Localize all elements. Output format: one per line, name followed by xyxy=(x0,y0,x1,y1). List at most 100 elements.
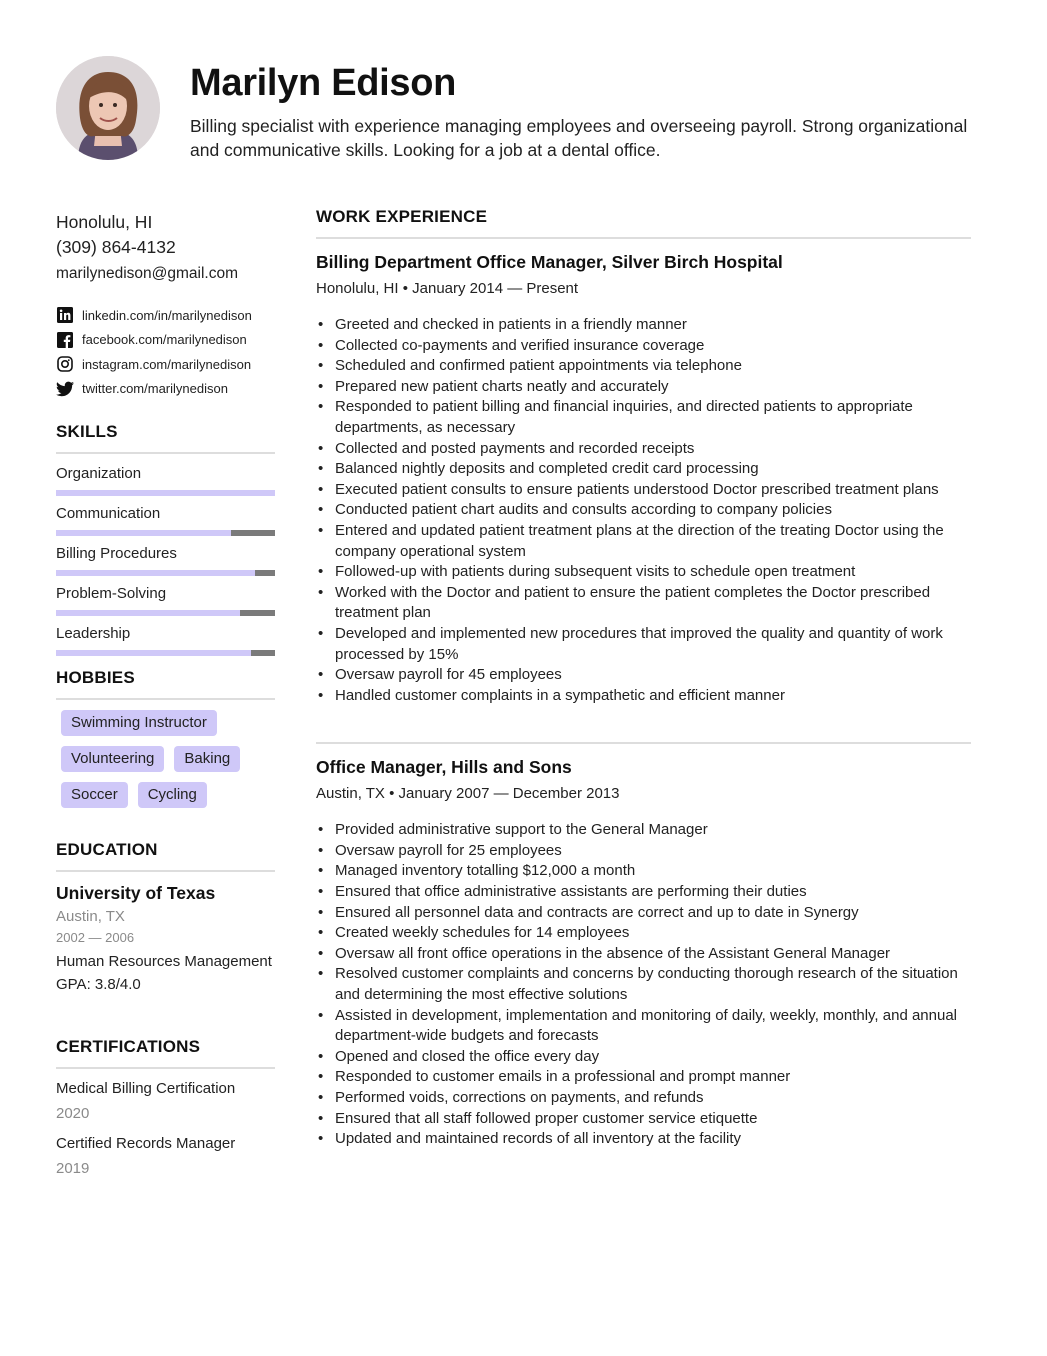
job-divider xyxy=(316,742,971,745)
skill-item: Leadership xyxy=(56,624,275,656)
skill-item: Communication xyxy=(56,504,275,536)
twitter-icon xyxy=(56,380,74,398)
linkedin-link: linkedin.com/in/marilynedison xyxy=(82,307,252,323)
skill-level-bar xyxy=(56,610,275,616)
job-title: Office Manager, Hills and Sons xyxy=(316,757,572,778)
education-section: EDUCATION University of Texas Austin, TX… xyxy=(56,840,275,995)
social-link-instagram[interactable]: instagram.com/marilynedison xyxy=(56,352,275,377)
education-degree: Human Resources Management xyxy=(56,953,272,970)
hobby-tag: Baking xyxy=(174,746,241,772)
avatar xyxy=(56,56,160,160)
skill-name: Billing Procedures xyxy=(56,545,177,562)
job-bullet: Balanced nightly deposits and completed … xyxy=(316,459,971,480)
hobby-tag: Soccer xyxy=(61,782,128,808)
job-bullet: Created weekly schedules for 14 employee… xyxy=(316,923,971,944)
social-link-linkedin[interactable]: linkedin.com/in/marilynedison xyxy=(56,303,275,328)
skills-section: SKILLS Organization Communication Billing … xyxy=(56,422,275,656)
job-bullet: Collected co-payments and verified insur… xyxy=(316,336,971,357)
section-divider xyxy=(56,870,275,872)
resume-header: Marilyn Edison Billing specialist with e… xyxy=(56,56,996,166)
facebook-link: facebook.com/marilynedison xyxy=(82,332,247,348)
job-bullet-list: Greeted and checked in patients in a fri… xyxy=(316,315,971,706)
profile-summary: Billing specialist with experience manag… xyxy=(190,116,968,160)
job-bullet: Followed-up with patients during subsequ… xyxy=(316,562,971,583)
skill-name: Leadership xyxy=(56,625,131,642)
job-bullet: Opened and closed the office every day xyxy=(316,1047,971,1068)
job-bullet: Ensured all personnel data and contracts… xyxy=(316,903,971,924)
job-bullet: Collected and posted payments and record… xyxy=(316,439,971,460)
job-bullet: Entered and updated patient treatment pl… xyxy=(316,521,971,562)
section-divider xyxy=(56,1067,275,1069)
skill-level-fill xyxy=(56,650,251,656)
education-heading: EDUCATION xyxy=(56,840,158,859)
certification-name: Certified Records Manager xyxy=(56,1135,236,1152)
section-divider xyxy=(316,237,971,239)
job-bullet: Responded to patient billing and financi… xyxy=(316,397,971,438)
skill-level-bar xyxy=(56,570,275,576)
job-location-dates: Austin, TX • January 2007 — December 201… xyxy=(316,785,620,803)
hobby-tag: Cycling xyxy=(137,782,207,808)
skill-level-fill xyxy=(56,490,275,496)
job-entry: Office Manager, Hills and Sons Austin, TX… xyxy=(316,756,971,1150)
contact-section: Honolulu, HI (309) 864-4132 marilynediso… xyxy=(56,210,275,401)
contact-email[interactable]: marilynedison@gmail.com xyxy=(56,261,275,287)
hobbies-section: HOBBIES Swimming Instructor Volunteering B… xyxy=(56,668,275,818)
job-bullet: Oversaw payroll for 45 employees xyxy=(316,665,971,686)
job-bullet: Greeted and checked in patients in a fri… xyxy=(316,315,971,336)
skill-level-fill xyxy=(56,570,256,576)
job-bullet: Assisted in development, implementation … xyxy=(316,1006,971,1047)
education-school: University of Texas xyxy=(56,883,216,903)
instagram-icon xyxy=(56,355,74,373)
education-years: 2002 — 2006 xyxy=(56,930,135,945)
job-title: Billing Department Office Manager, Silve… xyxy=(316,252,783,272)
job-bullet: Developed and implemented new procedures… xyxy=(316,624,971,665)
skills-heading: SKILLS xyxy=(56,422,118,441)
job-bullet: Resolved customer complaints and concern… xyxy=(316,964,971,1005)
education-location: Austin, TX xyxy=(56,908,125,925)
linkedin-icon xyxy=(56,306,74,324)
skill-name: Organization xyxy=(56,465,142,482)
job-bullet: Updated and maintained records of all in… xyxy=(316,1129,971,1150)
skill-item: Problem-Solving xyxy=(56,584,275,616)
skill-name: Communication xyxy=(56,505,161,522)
social-link-twitter[interactable]: twitter.com/marilynedison xyxy=(56,377,275,402)
work-experience-heading: WORK EXPERIENCE xyxy=(316,207,488,226)
job-bullet: Ensured that all staff followed proper c… xyxy=(316,1109,971,1130)
candidate-name: Marilyn Edison xyxy=(190,62,457,104)
section-divider xyxy=(56,698,275,700)
work-experience-section: WORK EXPERIENCE Billing Department Offic… xyxy=(316,207,971,1150)
job-location-dates: Honolulu, HI • January 2014 — Present xyxy=(316,280,579,297)
job-bullet: Conducted patient chart audits and consu… xyxy=(316,500,971,521)
hobby-tags: Swimming Instructor Volunteering Baking Soc… xyxy=(56,710,275,818)
social-link-facebook[interactable]: facebook.com/marilynedison xyxy=(56,328,275,353)
hobby-tag: Swimming Instructor xyxy=(61,710,217,736)
profile-photo xyxy=(56,56,160,160)
contact-phone: (309) 864-4132 xyxy=(56,237,176,257)
hobby-tag: Volunteering xyxy=(61,746,165,772)
job-bullet-list: Provided administrative support to the G… xyxy=(316,820,971,1150)
certification-year: 2019 xyxy=(56,1160,90,1177)
social-links: linkedin.com/in/marilynedison facebook.c… xyxy=(56,303,275,401)
twitter-link: twitter.com/marilynedison xyxy=(82,381,228,397)
job-bullet: Responded to customer emails in a profes… xyxy=(316,1067,971,1088)
job-bullet: Performed voids, corrections on payments… xyxy=(316,1088,971,1109)
skill-name: Problem-Solving xyxy=(56,585,167,602)
contact-location: Honolulu, HI xyxy=(56,212,153,232)
skill-level-fill xyxy=(56,530,232,536)
job-bullet: Provided administrative support to the G… xyxy=(316,820,971,841)
skill-level-bar xyxy=(56,650,275,656)
certifications-heading: CERTIFICATIONS xyxy=(56,1037,201,1056)
job-entry: Billing Department Office Manager, Silve… xyxy=(316,251,971,706)
job-bullet: Handled customer complaints in a sympath… xyxy=(316,686,971,707)
job-bullet: Ensured that office administrative assis… xyxy=(316,882,971,903)
job-bullet: Executed patient consults to ensure pati… xyxy=(316,480,971,501)
certification-name: Medical Billing Certification xyxy=(56,1080,236,1097)
job-bullet: Worked with the Doctor and patient to en… xyxy=(316,583,971,624)
section-divider xyxy=(56,452,275,454)
skill-level-bar xyxy=(56,490,275,496)
education-gpa: GPA: 3.8/4.0 xyxy=(56,976,141,993)
certification-item: Medical Billing Certification 2020 xyxy=(56,1079,275,1124)
job-bullet: Oversaw payroll for 25 employees xyxy=(316,841,971,862)
skill-item: Billing Procedures xyxy=(56,544,275,576)
job-bullet: Prepared new patient charts neatly and a… xyxy=(316,377,971,398)
